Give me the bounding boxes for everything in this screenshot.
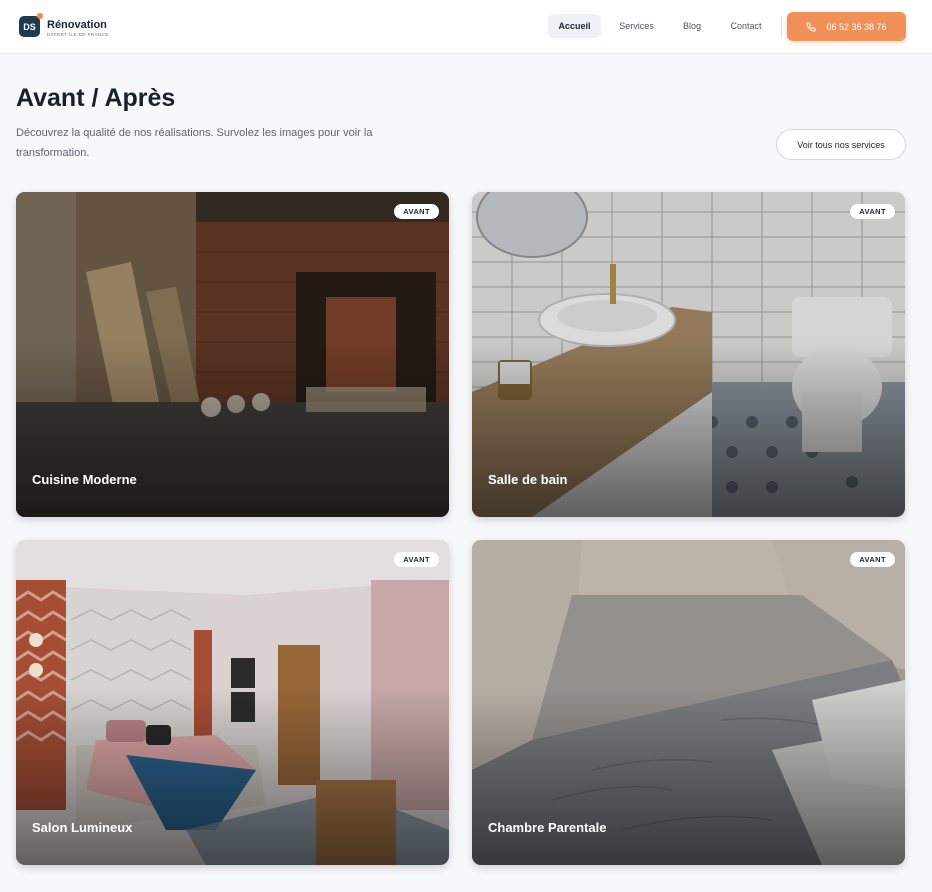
logo-dot (37, 13, 43, 19)
image-overlay (16, 192, 449, 517)
page-title: Avant / Après (16, 84, 176, 112)
image-overlay (472, 192, 905, 517)
card-title: Chambre Parentale (488, 820, 607, 835)
card-title: Salon Lumineux (32, 820, 133, 835)
view-services-button[interactable]: Voir tous nos services (776, 129, 906, 160)
phone-icon (806, 21, 817, 32)
card-title: Cuisine Moderne (32, 472, 137, 487)
phone-number: 06 52 36 38 76 (826, 21, 887, 32)
gallery-card-chambre[interactable]: AVANT Chambre Parentale (472, 540, 905, 865)
gallery-card-salon[interactable]: AVANT Salon Lumineux (16, 540, 449, 865)
nav-accueil[interactable]: Accueil (548, 14, 601, 38)
call-button[interactable]: 06 52 36 38 76 (787, 12, 906, 41)
nav-services[interactable]: Services (610, 14, 663, 38)
nav-divider (781, 17, 782, 37)
image-overlay (472, 540, 905, 865)
status-badge: AVANT (394, 204, 439, 219)
status-badge: AVANT (850, 552, 895, 567)
brand-title[interactable]: Rénovation (47, 19, 107, 31)
gallery-card-salle-de-bain[interactable]: AVANT Salle de bain (472, 192, 905, 517)
status-badge: AVANT (850, 204, 895, 219)
logo-icon[interactable]: DS (19, 16, 40, 37)
site-header: DS Rénovation EXPERT ÎLE-DE-FRANCE Accue… (0, 0, 932, 54)
gallery-card-cuisine[interactable]: AVANT Cuisine Moderne (16, 192, 449, 517)
nav-contact[interactable]: Contact (720, 14, 772, 38)
page-description: Découvrez la qualité de nos réalisations… (16, 127, 373, 159)
brand-subtitle: EXPERT ÎLE-DE-FRANCE (47, 32, 109, 37)
status-badge: AVANT (394, 552, 439, 567)
image-overlay (16, 540, 449, 865)
card-title: Salle de bain (488, 472, 568, 487)
nav-blog[interactable]: Blog (672, 14, 712, 38)
